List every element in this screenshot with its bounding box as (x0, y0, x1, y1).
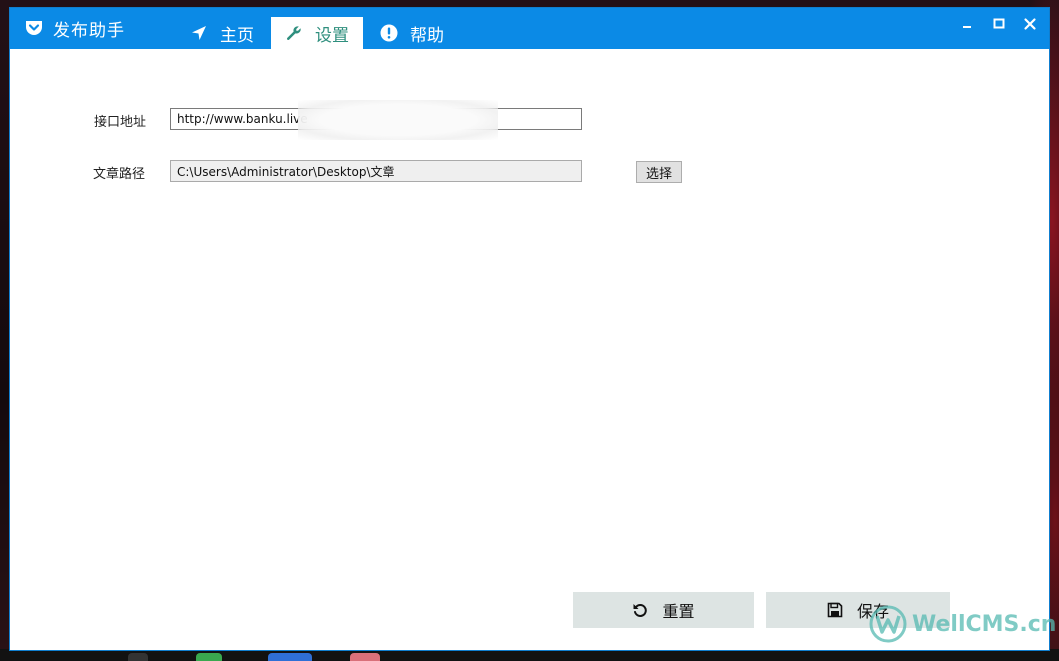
wellcms-logo-icon (869, 605, 907, 643)
tab-settings[interactable]: 设置 (271, 17, 363, 49)
tab-help-label: 帮助 (410, 25, 444, 46)
taskbar (0, 649, 1059, 661)
tab-settings-label: 设置 (315, 25, 349, 46)
wrench-icon (286, 26, 301, 41)
minimize-icon[interactable] (953, 13, 981, 35)
app-title: 发布助手 (53, 21, 125, 41)
exclamation-circle-icon (380, 24, 398, 42)
reset-button[interactable]: 重置 (573, 592, 754, 628)
undo-icon (633, 604, 648, 617)
article-path-input[interactable] (170, 160, 582, 182)
title-bar: 发布助手 主页 设置 帮助 (10, 8, 1049, 49)
api-address-label: 接口地址 (94, 115, 147, 130)
watermark-text: WellCMS.cn (912, 611, 1057, 637)
watermark: WellCMS.cn (868, 604, 1056, 644)
tab-home-label: 主页 (220, 25, 254, 46)
tab-home[interactable]: 主页 (182, 17, 262, 49)
close-icon[interactable] (1016, 13, 1044, 35)
tab-help[interactable]: 帮助 (372, 17, 452, 49)
reset-button-label: 重置 (662, 602, 695, 621)
navigation-arrow-icon (192, 26, 206, 40)
choose-folder-button[interactable]: 选择 (636, 161, 682, 183)
article-path-label: 文章路径 (93, 167, 146, 182)
pocket-logo-icon (26, 21, 42, 35)
api-address-input[interactable] (170, 108, 582, 130)
maximize-icon[interactable] (985, 13, 1013, 35)
floppy-disk-icon (827, 602, 843, 618)
app-window: 发布助手 主页 设置 帮助 接口地址 http://www.banku.live… (10, 8, 1056, 650)
